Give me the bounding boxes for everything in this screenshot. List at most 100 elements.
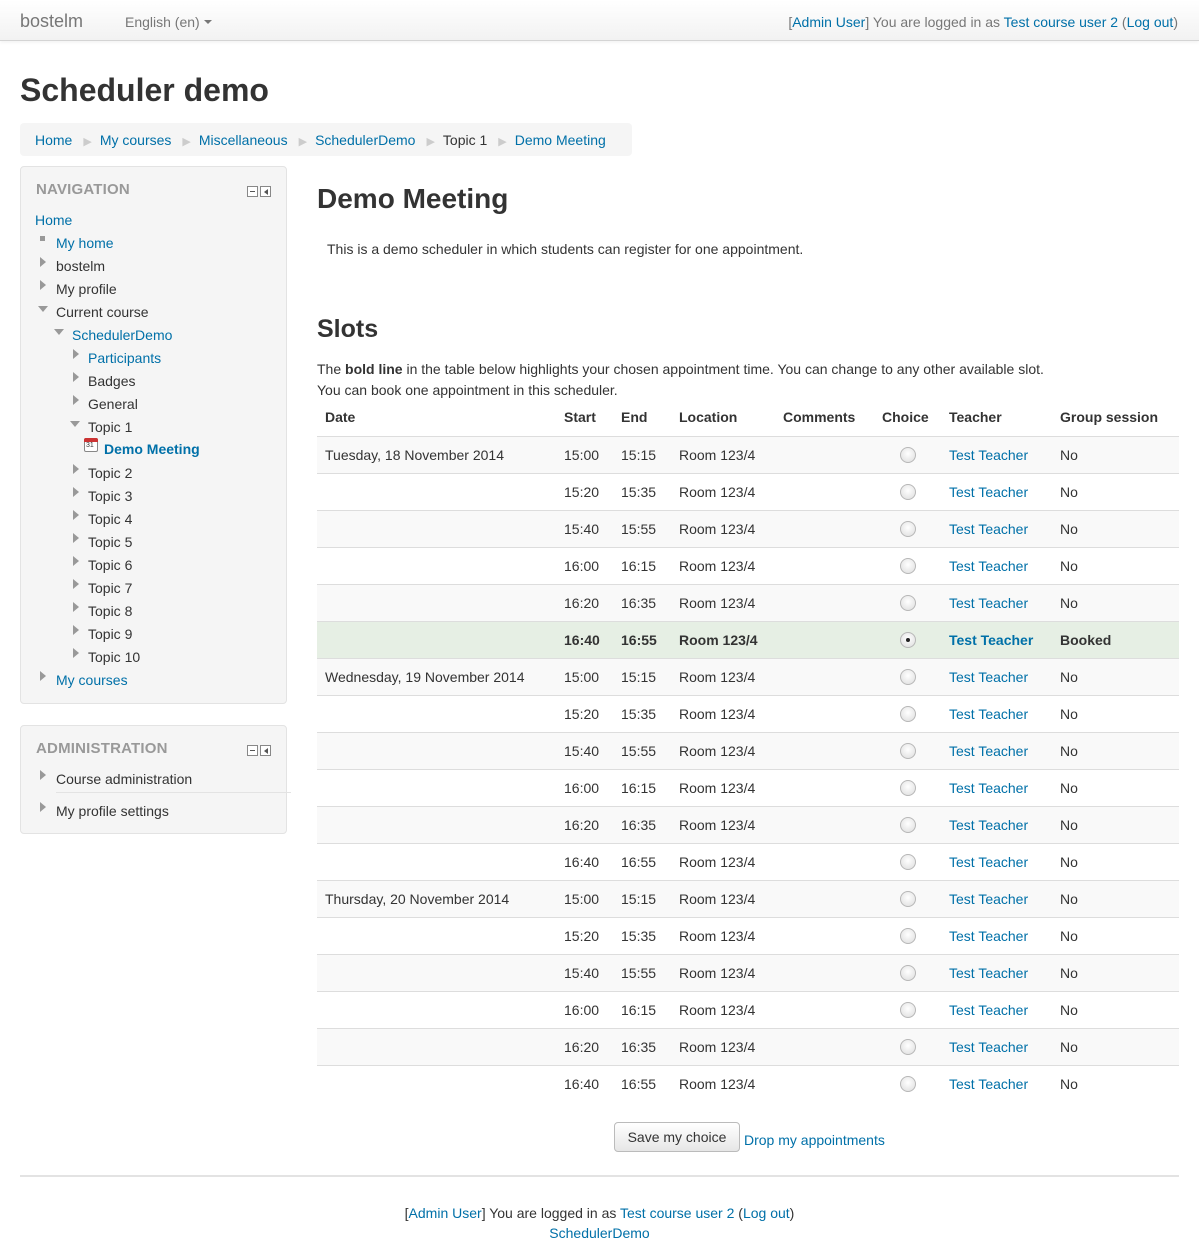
- nav-my-courses[interactable]: My courses: [56, 672, 128, 688]
- slot-radio-button[interactable]: [899, 558, 916, 575]
- slot-teacher[interactable]: Test Teacher: [941, 879, 1052, 917]
- slot-teacher[interactable]: Test Teacher: [941, 916, 1052, 954]
- nav-participants[interactable]: Participants: [88, 350, 161, 366]
- nav-topic-1[interactable]: Topic 1: [88, 419, 132, 435]
- footer-current-user-link[interactable]: Test course user 2: [620, 1205, 734, 1221]
- slot-teacher[interactable]: Test Teacher: [941, 1027, 1052, 1065]
- slot-radio-button[interactable]: [899, 891, 916, 908]
- slot-teacher[interactable]: Test Teacher: [941, 472, 1052, 510]
- expand-arrow-icon[interactable]: [73, 395, 79, 405]
- expand-arrow-icon[interactable]: [40, 671, 46, 681]
- breadcrumb-schedulerdemo[interactable]: SchedulerDemo: [315, 132, 415, 148]
- expand-arrow-icon[interactable]: [40, 802, 46, 812]
- slot-radio-button[interactable]: [899, 521, 916, 538]
- expand-arrow-icon[interactable]: [73, 648, 79, 658]
- slot-choice[interactable]: [874, 1064, 941, 1102]
- nav-badges[interactable]: Badges: [88, 373, 135, 389]
- slot-radio-button[interactable]: [899, 595, 916, 612]
- slot-radio-button[interactable]: [899, 669, 916, 686]
- expand-arrow-icon[interactable]: [73, 556, 79, 566]
- teacher-link[interactable]: Test Teacher: [949, 706, 1028, 722]
- admin-course-administration[interactable]: Course administration: [56, 771, 192, 787]
- nav-topic[interactable]: Topic 6: [88, 557, 132, 573]
- slot-choice[interactable]: [874, 916, 941, 954]
- teacher-link[interactable]: Test Teacher: [949, 928, 1028, 944]
- slot-teacher[interactable]: Test Teacher: [941, 435, 1052, 473]
- slot-radio-button[interactable]: [899, 632, 916, 649]
- nav-my-profile[interactable]: My profile: [56, 281, 117, 297]
- slot-choice[interactable]: [874, 805, 941, 843]
- slot-choice[interactable]: [874, 953, 941, 991]
- slot-teacher[interactable]: Test Teacher: [941, 583, 1052, 621]
- footer-course-link[interactable]: SchedulerDemo: [549, 1225, 649, 1241]
- slot-choice[interactable]: [874, 731, 941, 769]
- teacher-link[interactable]: Test Teacher: [949, 521, 1028, 537]
- teacher-link[interactable]: Test Teacher: [949, 669, 1028, 685]
- slot-choice[interactable]: [874, 768, 941, 806]
- slot-choice[interactable]: [874, 990, 941, 1028]
- nav-topic[interactable]: Topic 4: [88, 511, 132, 527]
- expand-arrow-icon[interactable]: [40, 770, 46, 780]
- expand-arrow-icon[interactable]: [73, 349, 79, 359]
- minimize-icon[interactable]: [247, 186, 258, 197]
- footer-admin-user-link[interactable]: Admin User: [409, 1205, 482, 1221]
- nav-current-course[interactable]: Current course: [56, 304, 149, 320]
- nav-general[interactable]: General: [88, 396, 138, 412]
- teacher-link[interactable]: Test Teacher: [949, 484, 1028, 500]
- slot-teacher[interactable]: Test Teacher: [941, 620, 1052, 658]
- slot-radio-button[interactable]: [899, 854, 916, 871]
- slot-teacher[interactable]: Test Teacher: [941, 509, 1052, 547]
- current-user-link[interactable]: Test course user 2: [1004, 14, 1118, 30]
- teacher-link[interactable]: Test Teacher: [949, 1076, 1028, 1092]
- slot-radio-button[interactable]: [899, 743, 916, 760]
- admin-user-link[interactable]: Admin User: [792, 14, 865, 30]
- nav-my-home[interactable]: My home: [56, 235, 114, 251]
- breadcrumb-my-courses[interactable]: My courses: [100, 132, 172, 148]
- slot-radio-button[interactable]: [899, 706, 916, 723]
- slot-teacher[interactable]: Test Teacher: [941, 694, 1052, 732]
- slot-choice[interactable]: [874, 472, 941, 510]
- teacher-link[interactable]: Test Teacher: [949, 595, 1028, 611]
- minimize-icon[interactable]: [247, 745, 258, 756]
- expand-arrow-icon[interactable]: [40, 257, 46, 267]
- slot-radio-button[interactable]: [899, 1002, 916, 1019]
- slot-teacher[interactable]: Test Teacher: [941, 657, 1052, 695]
- teacher-link[interactable]: Test Teacher: [949, 817, 1028, 833]
- expand-arrow-icon[interactable]: [73, 510, 79, 520]
- breadcrumb-miscellaneous[interactable]: Miscellaneous: [199, 132, 288, 148]
- slot-teacher[interactable]: Test Teacher: [941, 768, 1052, 806]
- teacher-link[interactable]: Test Teacher: [949, 965, 1028, 981]
- nav-topic[interactable]: Topic 2: [88, 465, 132, 481]
- slot-choice[interactable]: [874, 509, 941, 547]
- teacher-link[interactable]: Test Teacher: [949, 1039, 1028, 1055]
- footer-logout-link[interactable]: Log out: [743, 1205, 790, 1221]
- logout-link[interactable]: Log out: [1127, 14, 1174, 30]
- slot-radio-button[interactable]: [899, 1076, 916, 1093]
- language-menu[interactable]: English (en): [125, 14, 212, 30]
- expand-arrow-icon[interactable]: [40, 280, 46, 290]
- slot-teacher[interactable]: Test Teacher: [941, 990, 1052, 1028]
- slot-radio-button[interactable]: [899, 817, 916, 834]
- slot-choice[interactable]: [874, 842, 941, 880]
- collapse-arrow-icon[interactable]: [70, 421, 80, 427]
- expand-arrow-icon[interactable]: [73, 464, 79, 474]
- nav-topic[interactable]: Topic 3: [88, 488, 132, 504]
- save-choice-button[interactable]: Save my choice: [614, 1122, 740, 1152]
- drop-appointments-link[interactable]: Drop my appointments: [744, 1132, 885, 1148]
- nav-topic[interactable]: Topic 10: [88, 649, 140, 665]
- teacher-link[interactable]: Test Teacher: [949, 891, 1028, 907]
- slot-choice[interactable]: [874, 546, 941, 584]
- breadcrumb-demo-meeting[interactable]: Demo Meeting: [515, 132, 606, 148]
- slot-radio-button[interactable]: [899, 447, 916, 464]
- dock-icon[interactable]: [260, 186, 271, 197]
- slot-radio-button[interactable]: [899, 484, 916, 501]
- slot-teacher[interactable]: Test Teacher: [941, 1064, 1052, 1102]
- slot-teacher[interactable]: Test Teacher: [941, 842, 1052, 880]
- teacher-link[interactable]: Test Teacher: [949, 558, 1028, 574]
- collapse-arrow-icon[interactable]: [54, 329, 64, 335]
- admin-my-profile-settings[interactable]: My profile settings: [56, 803, 169, 819]
- expand-arrow-icon[interactable]: [73, 579, 79, 589]
- nav-home[interactable]: Home: [35, 212, 72, 228]
- breadcrumb-home[interactable]: Home: [35, 132, 72, 148]
- slot-teacher[interactable]: Test Teacher: [941, 805, 1052, 843]
